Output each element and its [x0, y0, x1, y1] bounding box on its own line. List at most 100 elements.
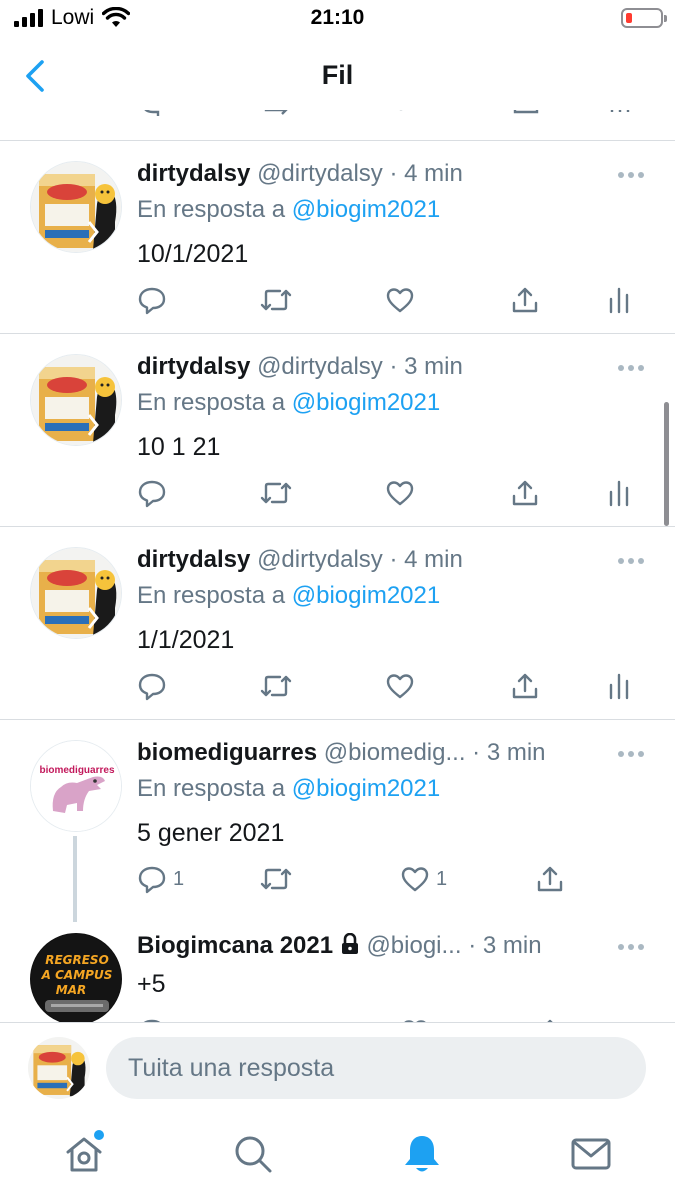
reply-button[interactable] — [137, 476, 167, 510]
retweet-icon — [260, 868, 292, 890]
messages-icon — [571, 1138, 611, 1170]
display-name[interactable]: dirtydalsy — [137, 160, 250, 187]
display-name[interactable]: dirtydalsy — [137, 546, 250, 573]
tweet[interactable]: biomediguarres biomediguarres @biomedig.… — [0, 720, 675, 922]
share-icon — [512, 673, 538, 699]
like-count: 1 — [436, 867, 448, 890]
like-button[interactable] — [400, 1015, 430, 1022]
share-button[interactable] — [510, 283, 540, 317]
notifications-icon — [405, 1136, 439, 1172]
reply-count: 1 — [173, 867, 185, 890]
like-button[interactable]: 1 — [400, 862, 447, 896]
thread-feed[interactable]: dirtydalsy @dirtydalsy · 4 min En respos… — [0, 110, 675, 1022]
avatar[interactable] — [30, 161, 122, 253]
avatar[interactable]: biomediguarres — [30, 740, 122, 832]
more-options-icon[interactable] — [617, 171, 645, 179]
tweet[interactable]: REGRESO A CAMPUS MAR Biogimcana 2021 @bi… — [0, 913, 675, 1022]
tweet-header: biomediguarres @biomedig... · 3 min — [137, 738, 605, 768]
retweet-button[interactable] — [258, 862, 294, 896]
reply-button[interactable]: 1 — [137, 862, 184, 896]
reply-prefix: En resposta a — [137, 582, 286, 609]
tab-home[interactable] — [62, 1130, 106, 1176]
reply-prefix: En resposta a — [137, 389, 286, 416]
tweet-text: 5 gener 2021 — [137, 819, 285, 847]
retweet-icon — [260, 675, 292, 697]
share-icon[interactable] — [512, 110, 540, 120]
separator-dot: · — [468, 932, 477, 959]
scroll-indicator[interactable] — [664, 402, 669, 526]
separator-dot: · — [472, 739, 481, 766]
reply-to-link[interactable]: @biogim2021 — [292, 196, 440, 223]
like-icon[interactable] — [388, 110, 414, 120]
tab-notifications[interactable] — [400, 1132, 444, 1176]
tweet-text: 10/1/2021 — [137, 240, 249, 268]
tweet-actions: 1 1 — [0, 862, 675, 902]
reply-icon — [138, 480, 166, 508]
username[interactable]: @dirtydalsy — [257, 160, 383, 187]
reply-context: En resposta a @biogim2021 — [137, 581, 440, 611]
dalsy-box-image — [31, 162, 121, 252]
reply-to-link[interactable]: @biogim2021 — [292, 582, 440, 609]
retweet-button[interactable] — [258, 283, 294, 317]
retweet-button[interactable] — [258, 476, 294, 510]
avatar[interactable] — [30, 547, 122, 639]
tab-bar — [0, 1114, 675, 1200]
timestamp: 3 min — [486, 739, 546, 766]
reply-to-link[interactable]: @biogim2021 — [292, 775, 440, 802]
username[interactable]: @dirtydalsy — [257, 546, 383, 573]
like-icon — [386, 674, 414, 699]
tab-search[interactable] — [231, 1132, 275, 1176]
lock-icon — [341, 932, 358, 954]
reply-to-link[interactable]: @biogim2021 — [292, 389, 440, 416]
more-options-icon[interactable] — [617, 364, 645, 372]
more-options-icon[interactable] — [617, 943, 645, 951]
username[interactable]: @dirtydalsy — [257, 353, 383, 380]
tweet-text: 10 1 21 — [137, 433, 221, 461]
analytics-button[interactable] — [607, 283, 631, 317]
avatar[interactable] — [30, 354, 122, 446]
more-options-icon[interactable] — [617, 557, 645, 565]
share-button[interactable] — [535, 1015, 565, 1022]
reply-button[interactable] — [137, 283, 167, 317]
username[interactable]: @biomedig... — [324, 739, 466, 766]
avatar-logo-text: biomediguarres — [39, 765, 114, 776]
analytics-button[interactable] — [607, 669, 631, 703]
share-button[interactable] — [510, 476, 540, 510]
display-name[interactable]: biomediguarres — [137, 739, 317, 766]
reply-button[interactable] — [137, 669, 167, 703]
reply-button[interactable] — [137, 1015, 167, 1022]
tweet[interactable]: dirtydalsy @dirtydalsy · 4 min En respos… — [0, 527, 675, 720]
tweet-text: 1/1/2021 — [137, 626, 235, 654]
retweet-icon[interactable] — [262, 110, 292, 120]
tweet-header: dirtydalsy @dirtydalsy · 4 min — [137, 545, 605, 575]
tab-messages[interactable] — [569, 1132, 613, 1176]
username[interactable]: @biogi... — [366, 932, 461, 959]
reply-composer: Tuita una resposta — [0, 1022, 675, 1114]
tweet[interactable]: dirtydalsy @dirtydalsy · 3 min En respos… — [0, 334, 675, 527]
reply-icon[interactable] — [140, 110, 166, 120]
avatar-line-2: A CAMPUS — [41, 968, 113, 982]
share-icon — [512, 287, 538, 313]
more-options-icon[interactable] — [617, 750, 645, 758]
status-bar: Lowi 21:10 — [0, 0, 675, 38]
tweet-header: Biogimcana 2021 @biogi... · 3 min — [137, 931, 605, 961]
tweet[interactable]: dirtydalsy @dirtydalsy · 4 min En respos… — [0, 141, 675, 334]
reply-input[interactable]: Tuita una resposta — [106, 1037, 646, 1099]
like-button[interactable] — [385, 476, 415, 510]
analytics-button[interactable] — [607, 476, 631, 510]
avatar-line-1: REGRESO — [45, 953, 109, 967]
avatar[interactable]: REGRESO A CAMPUS MAR — [30, 933, 122, 1022]
reply-icon — [138, 866, 166, 894]
separator-dot: · — [389, 160, 398, 187]
retweet-button[interactable] — [258, 669, 294, 703]
analytics-icon[interactable] — [608, 110, 632, 120]
my-avatar[interactable] — [28, 1037, 90, 1099]
display-name[interactable]: dirtydalsy — [137, 353, 250, 380]
share-button[interactable] — [510, 669, 540, 703]
share-button[interactable] — [535, 862, 565, 896]
tweet-actions — [0, 283, 675, 323]
like-button[interactable] — [385, 669, 415, 703]
like-button[interactable] — [385, 283, 415, 317]
retweet-icon — [260, 482, 292, 504]
display-name[interactable]: Biogimcana 2021 — [137, 932, 333, 959]
